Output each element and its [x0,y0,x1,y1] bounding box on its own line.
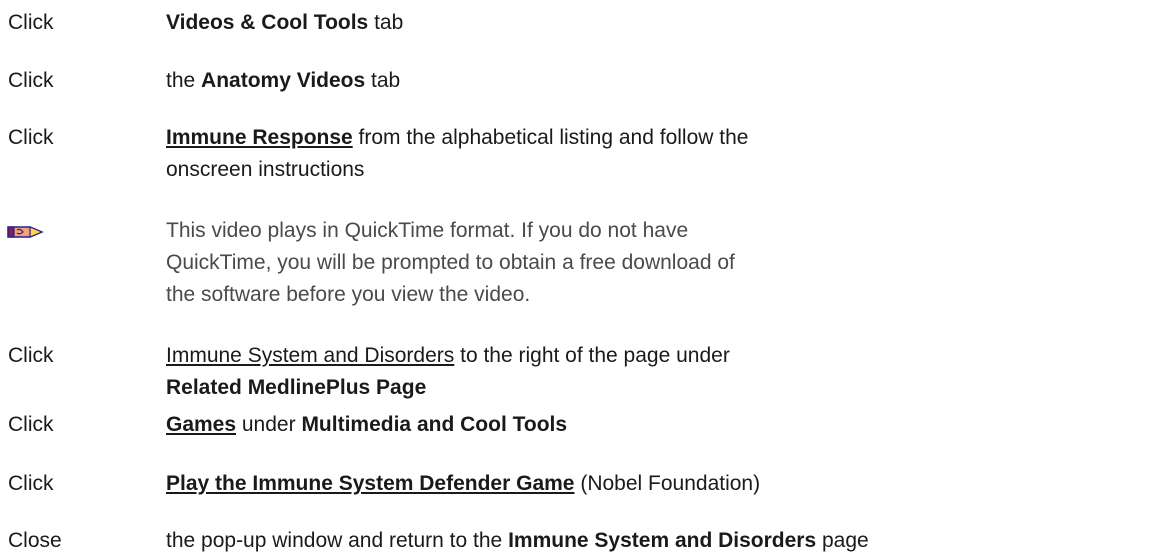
step-verb: Click [8,11,54,34]
instruction-text: the [166,69,202,92]
step-verb: Click [8,126,54,149]
instruction-text: the pop-up window and return to the [166,529,509,552]
step-instruction: Games under Multimedia and Cool Tools [166,409,1146,441]
instruction-text: under [236,413,302,436]
step-verb: Click [8,344,54,367]
instruction-text: to the right of the page under [454,344,730,367]
videos-cool-tools-link[interactable]: Videos & Cool Tools [166,11,368,34]
immune-response-link[interactable]: Immune Response [166,126,353,149]
note-text: This video plays in QuickTime format. If… [166,219,735,306]
immune-defender-game-link[interactable]: Play the Immune System Defender Game [166,472,575,495]
step-instruction: Videos & Cool Tools tab [166,7,1146,39]
instruction-text: tab [368,11,404,34]
pencil-note-icon [7,226,44,238]
immune-system-disorders-page-label: Immune System and Disorders [508,529,817,552]
anatomy-videos-tab[interactable]: Anatomy Videos [201,69,365,92]
instruction-text: tab [365,69,401,92]
immune-system-disorders-link[interactable]: Immune System and Disorders [166,344,454,367]
instruction-text: (Nobel Foundation) [574,472,761,495]
step-instruction: Immune Response from the alphabetical li… [166,122,766,186]
step-verb: Click [8,472,54,495]
multimedia-cool-tools-heading: Multimedia and Cool Tools [301,413,568,436]
step-instruction: the pop-up window and return to the Immu… [166,525,1146,557]
step-instruction: the Anatomy Videos tab [166,65,1146,97]
step-verb: Click [8,69,54,92]
step-instruction: Immune System and Disorders to the right… [166,340,766,404]
games-link[interactable]: Games [166,413,236,436]
step-verb: Close [8,529,62,552]
instruction-text: page [816,529,869,552]
related-medlineplus-heading: Related MedlinePlus Page [166,376,427,399]
step-instruction: Play the Immune System Defender Game (No… [166,468,1146,500]
step-verb: Click [8,413,54,436]
